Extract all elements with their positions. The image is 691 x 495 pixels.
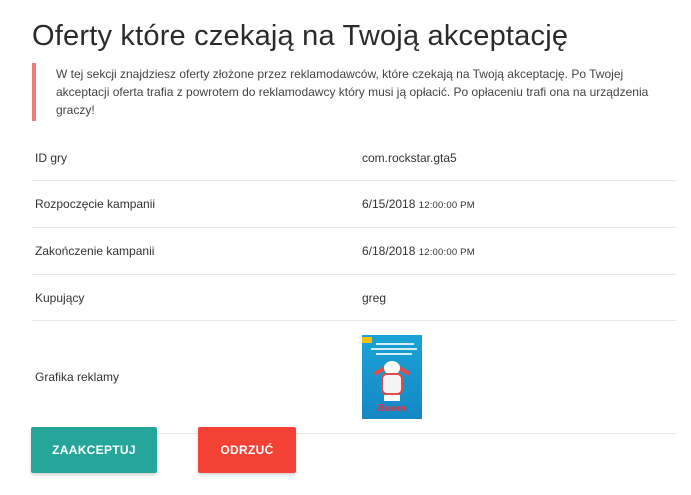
ad-figure-legs <box>384 395 400 401</box>
campaign-end-label: Zakończenie kampanii <box>35 244 155 258</box>
ad-headline-line <box>371 348 417 350</box>
ad-image-cell: Boom <box>362 335 676 419</box>
campaign-end-time: 12:00:00 PM <box>418 247 475 258</box>
table-row-game-id: ID gry com.rockstar.gta5 <box>32 135 676 181</box>
table-row-buyer: Kupujący greg <box>32 275 676 321</box>
buyer-value: greg <box>362 290 387 305</box>
ad-image-thumbnail[interactable]: Boom <box>362 335 422 419</box>
ad-headline-line <box>376 353 412 355</box>
table-row-campaign-start: Rozpoczęcie kampanii 6/15/2018 12:00:00 … <box>32 181 676 228</box>
game-id-value: com.rockstar.gta5 <box>362 150 457 165</box>
campaign-start-value: 6/15/2018 12:00:00 PM <box>362 197 676 211</box>
buyer-label: Kupujący <box>35 290 85 305</box>
campaign-start-date: 6/15/2018 <box>362 197 416 211</box>
ad-figure-body <box>381 373 403 395</box>
table-row-ad-image: Grafika reklamy Boom <box>32 321 676 434</box>
campaign-start-label: Rozpoczęcie kampanii <box>35 197 156 211</box>
info-callout-text: W tej sekcji znajdziesz oferty złożone p… <box>56 67 649 117</box>
info-callout: W tej sekcji znajdziesz oferty złożone p… <box>32 63 678 121</box>
ad-headline-line <box>376 343 414 345</box>
campaign-end-value: 6/18/2018 12:00:00 PM <box>362 244 676 258</box>
offer-details-table: ID gry com.rockstar.gta5 Rozpoczęcie kam… <box>32 135 676 434</box>
page-title: Oferty które czekają na Twoją akceptację <box>32 20 569 52</box>
ad-brand-logo: Boom <box>377 404 407 414</box>
accept-button[interactable]: ZAAKCEPTUJ <box>31 427 157 473</box>
game-id-label: ID gry <box>35 150 68 165</box>
ad-image-label: Grafika reklamy <box>35 370 120 384</box>
campaign-end-date: 6/18/2018 <box>362 244 416 258</box>
campaign-start-time: 12:00:00 PM <box>418 200 475 211</box>
reject-button[interactable]: ODRZUĆ <box>198 427 296 473</box>
table-row-campaign-end: Zakończenie kampanii 6/18/2018 12:00:00 … <box>32 228 676 275</box>
ad-badge-shape <box>362 337 372 343</box>
